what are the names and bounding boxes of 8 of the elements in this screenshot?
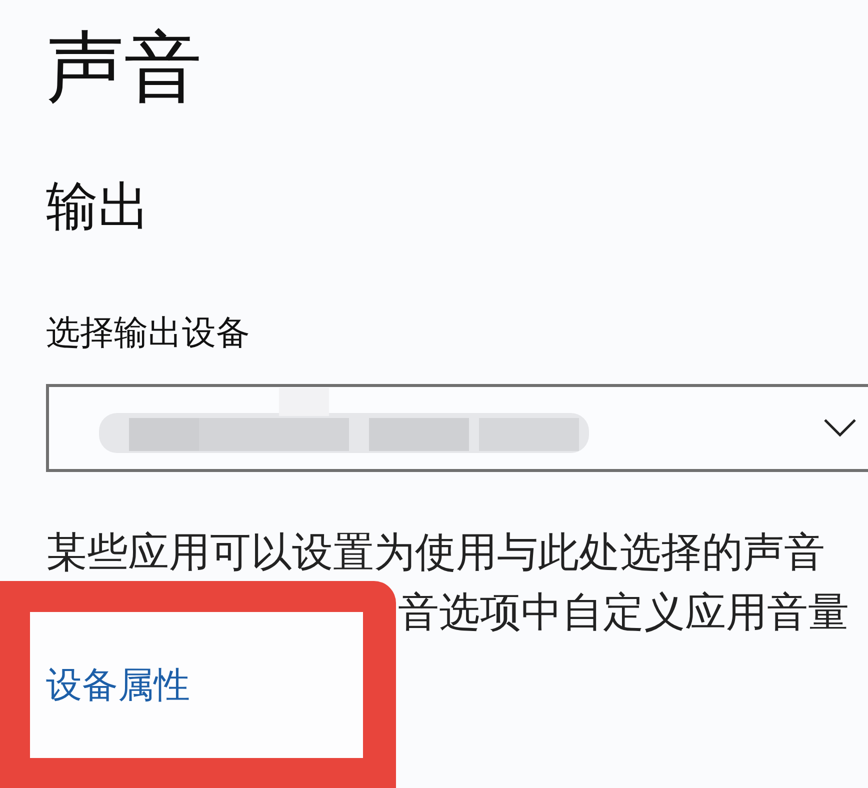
description-text: 某些应用可以设置为使用与此处选择的声音	[46, 527, 825, 578]
chevron-icon	[823, 418, 857, 438]
output-device-dropdown[interactable]	[46, 384, 868, 472]
section-heading: 输出	[46, 176, 150, 239]
field-label: 选择输出设备	[46, 312, 250, 355]
description-text: 音选项中自定义应用音量	[398, 587, 849, 638]
page-title: 声音	[46, 22, 202, 115]
device-properties-link[interactable]: 设备属性	[46, 660, 190, 710]
